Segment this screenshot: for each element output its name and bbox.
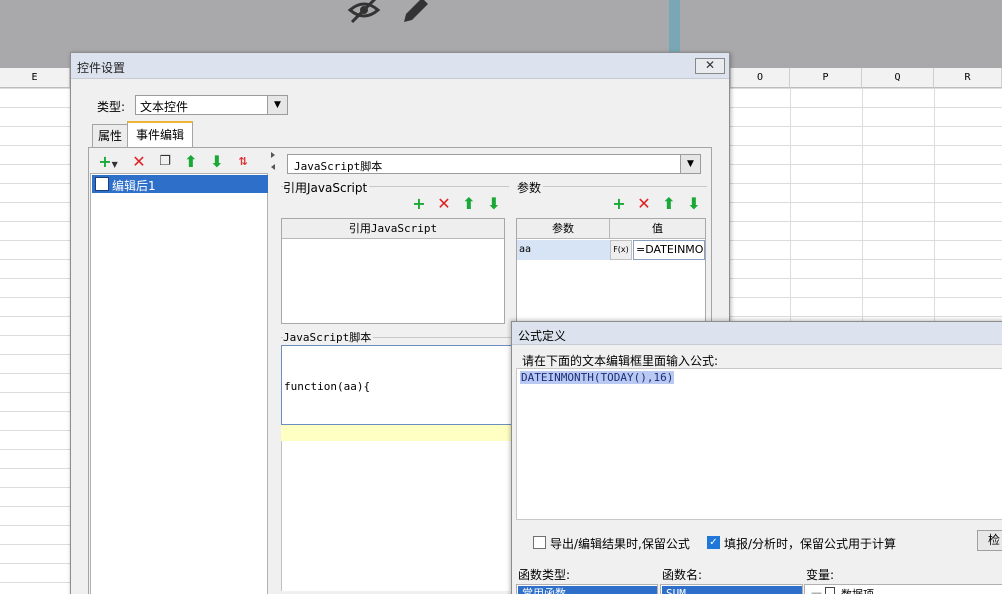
eye-slash-icon[interactable] (347, 0, 381, 24)
event-list-item[interactable]: 编辑后1 (92, 175, 268, 193)
param-value-header: 值 (610, 219, 705, 239)
type-label: 类型: (97, 100, 126, 114)
tab-event-edit[interactable]: 事件编辑 (127, 121, 193, 148)
move-down-icon[interactable]: ⬇ (484, 194, 504, 214)
pencil-icon[interactable] (404, 0, 428, 22)
function-type-item[interactable]: 常用函数 (518, 586, 657, 594)
grid-rows-left (0, 88, 70, 594)
js-code-editor[interactable]: function(aa){ (281, 345, 515, 425)
splitter-handle[interactable] (269, 148, 277, 594)
move-up-icon[interactable]: ⬆ (459, 194, 479, 214)
function-name-item[interactable]: SUM (662, 586, 802, 594)
column-header-q[interactable]: Q (862, 68, 934, 88)
add-param-icon[interactable]: + (609, 194, 629, 214)
delete-ref-js-icon[interactable]: ✕ (434, 194, 454, 214)
type-select[interactable]: 文本控件 (135, 95, 288, 115)
move-down-icon[interactable]: ⬇ (684, 194, 704, 214)
tree-line-icon: — (811, 586, 822, 594)
js-current-line (281, 425, 515, 441)
table-icon (825, 587, 835, 594)
column-header-p[interactable]: P (790, 68, 862, 88)
function-type-label: 函数类型: (518, 568, 571, 582)
ref-js-table: 引用JavaScript (281, 218, 505, 324)
param-name-header: 参数 (517, 219, 610, 239)
formula-editor[interactable]: DATEINMONTH(TODAY(),16) (516, 368, 1002, 520)
param-name-cell[interactable]: aa (517, 240, 610, 260)
function-name-list: SUM (660, 584, 803, 594)
event-icon (95, 177, 109, 191)
move-up-icon[interactable]: ⬆ (181, 152, 201, 172)
column-header-e[interactable]: E (0, 68, 70, 88)
top-toolbar-icons (346, 0, 436, 26)
dialog-title: 控件设置 (77, 61, 126, 75)
js-code-line: function(aa){ (284, 380, 371, 393)
formula-dialog-title: 公式定义 (518, 329, 567, 343)
formula-prompt: 请在下面的文本编辑框里面输入公式: (522, 354, 719, 368)
type-select-value: 文本控件 (140, 100, 189, 114)
js-script-group-label: JavaScript脚本 (283, 329, 374, 345)
event-list: 编辑后1 (90, 173, 268, 594)
export-keep-formula-checkbox[interactable] (533, 536, 546, 549)
params-group-label: 参数 (517, 179, 544, 196)
column-header-o[interactable]: O (730, 68, 790, 88)
ref-js-column-header: 引用JavaScript (282, 219, 504, 239)
close-button[interactable]: ✕ (695, 58, 725, 74)
script-type-value: JavaScript脚本 (294, 160, 383, 173)
js-code-editor-lower[interactable] (281, 441, 515, 591)
function-name-label: 函数名: (662, 568, 703, 582)
event-toolbar: +▼ ✕ ❐ ⬆ ⬇ ⇅ (89, 152, 269, 172)
export-keep-formula-label: 导出/编辑结果时,保留公式 (550, 537, 690, 551)
column-header-r[interactable]: R (934, 68, 1002, 88)
delete-param-icon[interactable]: ✕ (634, 194, 654, 214)
sort-icon[interactable]: ⇅ (233, 152, 253, 172)
move-up-icon[interactable]: ⬆ (659, 194, 679, 214)
script-type-select[interactable]: JavaScript脚本 (287, 154, 683, 174)
formula-text: DATEINMONTH(TODAY(),16) (520, 371, 675, 384)
params-table: 参数 值 aa F(x) =DATEINMO (516, 218, 706, 324)
fill-keep-formula-checkbox[interactable]: ✓ (707, 536, 720, 549)
chevron-down-icon[interactable]: ▼ (680, 154, 701, 174)
param-value-input[interactable]: =DATEINMO (633, 240, 705, 260)
fill-keep-formula-label: 填报/分析时，保留公式用于计算 (724, 537, 897, 551)
move-down-icon[interactable]: ⬇ (207, 152, 227, 172)
ref-js-group-label: 引用JavaScript (283, 179, 370, 196)
function-type-list: 常用函数 (516, 584, 658, 594)
add-ref-js-icon[interactable]: + (409, 194, 429, 214)
add-event-icon[interactable]: +▼ (95, 152, 121, 172)
delete-event-icon[interactable]: ✕ (129, 152, 149, 172)
formula-dialog: 公式定义 请在下面的文本编辑框里面输入公式: DATEINMONTH(TODAY… (511, 321, 1002, 594)
event-list-item-label: 编辑后1 (112, 179, 156, 193)
dialog-title-bar[interactable]: 控件设置 ✕ (71, 53, 729, 79)
check-button[interactable]: 检 (977, 530, 1002, 551)
formula-fx-button[interactable]: F(x) (610, 240, 632, 260)
variable-label: 变量: (806, 568, 835, 582)
variable-item[interactable]: 数据项 (841, 586, 874, 594)
copy-event-icon[interactable]: ❐ (155, 152, 175, 172)
group-divider (517, 186, 707, 187)
tab-properties[interactable]: 属性 (92, 124, 128, 148)
variable-list: — 数据项 (804, 584, 1002, 594)
chevron-down-icon[interactable]: ▼ (267, 95, 288, 115)
formula-title-bar[interactable]: 公式定义 (512, 322, 1002, 345)
